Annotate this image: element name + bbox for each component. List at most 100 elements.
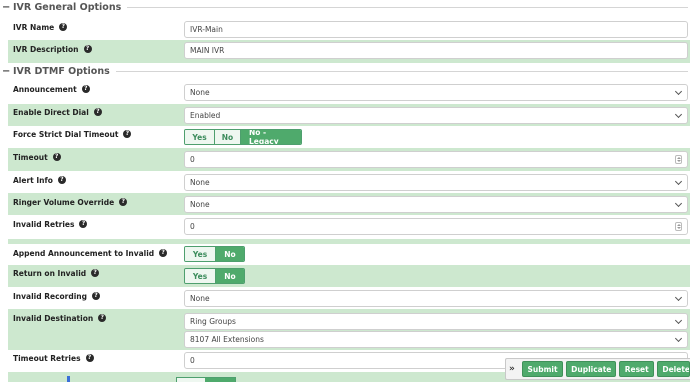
submit-button[interactable]: Submit (521, 361, 564, 377)
append-announcement-label: Append Announcement to Invalid ? (13, 247, 168, 259)
chevron-down-icon (674, 199, 683, 208)
section-title: IVR General Options (13, 2, 122, 13)
help-icon[interactable]: ? (91, 269, 100, 277)
label-text: Append Announcement to Invalid (13, 248, 155, 258)
label-text: Timeout Retries (13, 353, 81, 363)
collapse-toggle-icon[interactable]: − (2, 66, 10, 77)
label-text: Invalid Retries (13, 219, 75, 229)
help-icon[interactable]: ? (83, 45, 92, 53)
input-value: MAIN IVR (190, 46, 225, 55)
invalid-retries-input[interactable]: 0 (184, 218, 688, 235)
row-announcement: Announcement ? None (8, 80, 690, 104)
row-invalid-recording: Invalid Recording ? None (8, 287, 690, 309)
row-ringer-volume: Ringer Volume Override ? None (8, 193, 690, 215)
input-value: IVR-Main (190, 25, 223, 34)
chevron-down-icon (674, 316, 683, 325)
row-timeout: Timeout ? 0 (8, 148, 690, 171)
row-return-on-invalid: Return on Invalid ? Yes No (8, 265, 690, 287)
return-on-invalid-label: Return on Invalid ? (13, 267, 100, 279)
action-bar: » Submit Duplicate Reset Delete (505, 358, 690, 380)
invalid-recording-select[interactable]: None (184, 290, 688, 307)
select-value: 8107 All Extensions (190, 335, 264, 344)
input-value: 0 (190, 222, 195, 231)
help-icon[interactable]: ? (93, 108, 102, 116)
select-value: None (190, 178, 210, 187)
direct-dial-label: Enable Direct Dial ? (13, 106, 102, 118)
strict-timeout-toggle[interactable]: Yes No No - Legacy (184, 129, 302, 145)
section-general-header[interactable]: − IVR General Options (0, 1, 690, 14)
input-value: 0 (190, 356, 195, 365)
help-icon[interactable]: ? (119, 198, 128, 206)
help-icon[interactable]: ? (57, 176, 66, 184)
spinner-icon[interactable] (675, 155, 682, 164)
help-icon[interactable]: ? (85, 354, 94, 362)
label-text: Alert Info (13, 175, 53, 185)
chevron-down-icon (674, 334, 683, 343)
select-value: Ring Groups (190, 317, 236, 326)
reset-button[interactable]: Reset (619, 361, 655, 377)
ivr-name-input[interactable]: IVR-Main (184, 21, 688, 38)
help-icon[interactable]: ? (59, 23, 68, 31)
row-alert-info: Alert Info ? None (8, 171, 690, 193)
select-value: Enabled (190, 111, 221, 120)
label-text: Ringer Volume Override (13, 197, 115, 207)
help-icon[interactable]: ? (123, 130, 132, 138)
announcement-select[interactable]: None (184, 84, 688, 101)
ringer-volume-label: Ringer Volume Override ? (13, 196, 128, 208)
section-dtmf-header[interactable]: − IVR DTMF Options (0, 65, 690, 78)
timeout-input[interactable]: 0 (184, 151, 688, 168)
help-icon[interactable]: ? (52, 153, 61, 161)
option-yes[interactable]: Yes (185, 269, 216, 283)
help-icon[interactable]: ? (98, 314, 107, 322)
collapse-toggle-icon[interactable]: − (2, 2, 10, 13)
invalid-destination-target-select[interactable]: 8107 All Extensions (184, 331, 688, 348)
option-no[interactable]: No (216, 247, 244, 261)
invalid-retries-label: Invalid Retries ? (13, 218, 88, 230)
return-on-invalid-toggle[interactable]: Yes No (184, 268, 245, 284)
ringer-volume-select[interactable]: None (184, 196, 688, 213)
label-text: Timeout (13, 152, 48, 162)
chevron-down-icon (674, 293, 683, 302)
spinner-icon[interactable] (675, 222, 682, 231)
invalid-destination-type-select[interactable]: Ring Groups (184, 313, 688, 330)
row-invalid-retries: Invalid Retries ? 0 (8, 215, 690, 239)
duplicate-button[interactable]: Duplicate (566, 361, 617, 377)
next-toggle-partial[interactable] (176, 377, 236, 382)
append-announcement-toggle[interactable]: Yes No (184, 246, 245, 262)
option-yes[interactable]: Yes (185, 130, 215, 144)
alert-info-select[interactable]: None (184, 174, 688, 191)
direct-dial-select[interactable]: Enabled (184, 107, 688, 124)
divider (127, 7, 688, 8)
option-no-legacy[interactable]: No - Legacy (241, 130, 301, 144)
ivr-name-label: IVR Name ? (13, 21, 68, 33)
invalid-recording-label: Invalid Recording ? (13, 290, 101, 302)
option-yes[interactable]: Yes (185, 247, 216, 261)
help-icon[interactable]: ? (92, 292, 101, 300)
label-text: Invalid Destination (13, 313, 94, 323)
label-text: Return on Invalid (13, 268, 87, 278)
invalid-destination-label: Invalid Destination ? (13, 312, 107, 324)
delete-button[interactable]: Delete (657, 361, 690, 377)
option-no[interactable]: No (215, 130, 241, 144)
label-text: Enable Direct Dial (13, 107, 89, 117)
timeout-label: Timeout ? (13, 151, 61, 163)
label-text: Invalid Recording (13, 291, 88, 301)
help-icon[interactable]: ? (159, 249, 168, 257)
ivr-description-input[interactable]: MAIN IVR (184, 42, 688, 59)
select-value: None (190, 200, 210, 209)
input-value: 0 (190, 155, 195, 164)
row-ivr-description: IVR Description ? MAIN IVR (8, 40, 690, 63)
row-invalid-destination: Invalid Destination ? Ring Groups 8107 A… (8, 309, 690, 350)
help-icon[interactable]: ? (79, 220, 88, 228)
option-no[interactable]: No (216, 269, 244, 283)
help-icon (67, 376, 70, 382)
timeout-retries-label: Timeout Retries ? (13, 352, 94, 364)
row-direct-dial: Enable Direct Dial ? Enabled (8, 104, 690, 126)
help-icon[interactable]: ? (81, 85, 90, 93)
label-text: Force Strict Dial Timeout (13, 129, 119, 139)
toggle-active-fill (205, 378, 235, 382)
label-text: Announcement (13, 84, 77, 94)
expand-icon[interactable]: » (509, 364, 519, 374)
row-append-announcement: Append Announcement to Invalid ? Yes No (8, 244, 690, 265)
row-ivr-name: IVR Name ? IVR-Main (8, 17, 690, 40)
